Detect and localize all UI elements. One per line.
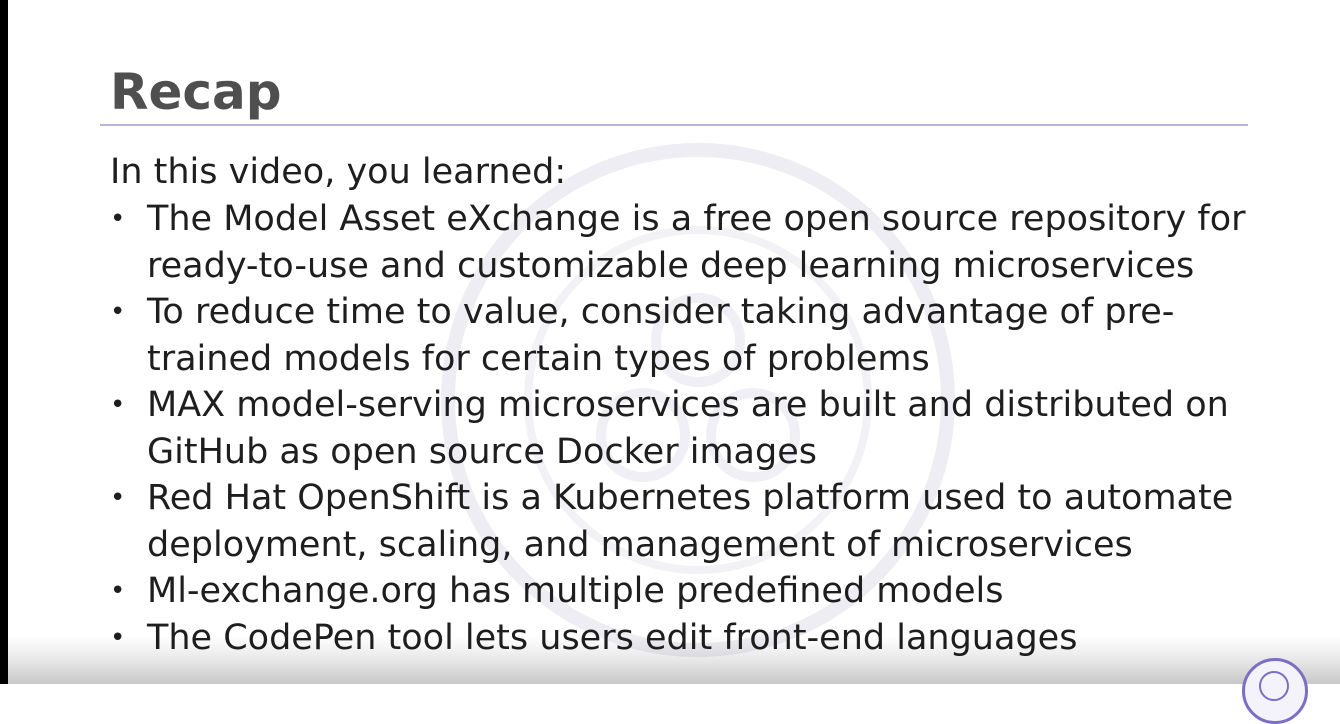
bullet-text: Red Hat OpenShift is a Kubernetes platfo… [147, 478, 1234, 518]
bullet-text: deployment, scaling, and management of m… [147, 524, 1133, 565]
bullet-text: MAX model-serving microservices are buil… [147, 385, 1229, 425]
list-item: • MAX model-serving microservices are bu… [110, 382, 1240, 475]
list-item: • Red Hat OpenShift is a Kubernetes plat… [110, 475, 1240, 568]
list-item: • The CodePen tool lets users edit front… [110, 615, 1240, 662]
list-item: • Ml-exchange.org has multiple predefine… [110, 568, 1240, 615]
bullet-text: GitHub as open source Docker images [147, 431, 817, 472]
bullet-text: To reduce time to value, consider taking… [147, 292, 1175, 332]
slide-title: Recap [110, 63, 282, 121]
bullet-text: The Model Asset eXchange is a free open … [147, 199, 1246, 239]
bullet-icon: • [110, 297, 126, 327]
list-item: • To reduce time to value, consider taki… [110, 289, 1240, 382]
list-item: • The Model Asset eXchange is a free ope… [110, 196, 1246, 289]
bullet-icon: • [110, 622, 126, 653]
bullet-text: ready-to-use and customizable deep learn… [147, 245, 1195, 286]
corner-logo-inner-ring [1259, 671, 1289, 701]
bullet-text: Ml-exchange.org has multiple predefined … [147, 571, 1004, 611]
bullet-icon: • [110, 483, 126, 513]
bullet-icon: • [110, 576, 126, 606]
bullet-text: The CodePen tool lets users edit front-e… [147, 617, 1078, 658]
corner-logo-icon [1242, 658, 1308, 724]
intro-text: In this video, you learned: [110, 152, 567, 192]
left-edge-bar [0, 0, 8, 684]
bullet-icon: • [110, 390, 126, 420]
bullet-list: • The Model Asset eXchange is a free ope… [110, 196, 1246, 662]
title-divider [100, 124, 1248, 126]
bullet-icon: • [110, 204, 126, 234]
bullet-text: trained models for certain types of prob… [147, 338, 930, 379]
